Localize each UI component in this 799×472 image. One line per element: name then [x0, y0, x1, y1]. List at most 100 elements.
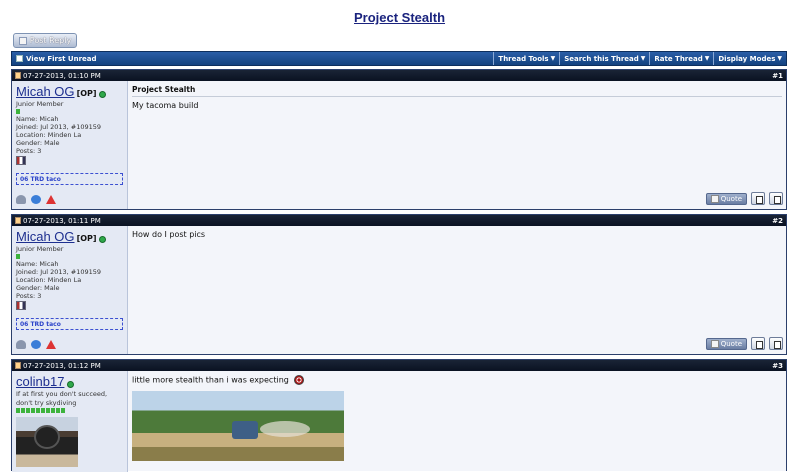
- post-icon: [15, 72, 21, 79]
- op-tag: [OP]: [76, 234, 97, 243]
- caret-down-icon: ▼: [640, 55, 646, 62]
- user-name-field: Name: Micah: [16, 260, 59, 268]
- post-reply-button[interactable]: Post Reply: [13, 33, 77, 48]
- user-location: Location: Minden La: [16, 276, 82, 284]
- username-link[interactable]: Micah OG: [16, 229, 75, 244]
- reputation-bar: [16, 408, 123, 413]
- post-number-link[interactable]: #1: [772, 72, 783, 80]
- profile-icon[interactable]: [16, 195, 26, 204]
- post-date: 07-27-2013, 01:10 PM: [23, 71, 101, 80]
- reputation-icon: [61, 408, 65, 413]
- menu-label: Search this Thread: [564, 54, 639, 63]
- online-status-icon: [66, 380, 74, 388]
- checkbox-icon: [16, 55, 23, 62]
- reputation-icon: [21, 408, 25, 413]
- quote-button[interactable]: Quote: [705, 337, 747, 350]
- thread-title[interactable]: Project Stealth: [0, 10, 799, 28]
- view-first-unread-label: View First Unread: [26, 54, 97, 63]
- reputation-icon: [51, 408, 55, 413]
- avatar[interactable]: [16, 417, 78, 467]
- garage-link[interactable]: 06 TRD taco: [16, 318, 123, 330]
- quote-label: Quote: [720, 194, 742, 203]
- online-status-icon: [98, 90, 106, 98]
- thread-toolbar: View First Unread Thread Tools ▼ Search t…: [11, 51, 787, 66]
- post-icon: [15, 217, 21, 224]
- reputation-icon: [16, 109, 20, 114]
- private-message-icon[interactable]: [31, 340, 41, 349]
- menu-label: Thread Tools: [498, 54, 549, 63]
- reputation-icon: [56, 408, 60, 413]
- user-gender: Gender: Male: [16, 139, 60, 147]
- menu-label: Rate Thread: [654, 54, 703, 63]
- user-info: Micah OG [OP] Junior Member Name: Micah …: [12, 226, 128, 354]
- message-text: How do I post pics: [132, 230, 206, 239]
- user-location: Location: Minden La: [16, 131, 82, 139]
- post-number-link[interactable]: #3: [772, 362, 783, 370]
- quick-reply-button[interactable]: [769, 337, 783, 350]
- thread-tools-menu[interactable]: Thread Tools ▼: [493, 52, 559, 65]
- post-header: 07-27-2013, 01:10 PM #1: [12, 70, 786, 81]
- user-title: Junior Member: [16, 100, 64, 108]
- flag-icon: [16, 301, 26, 310]
- multi-quote-button[interactable]: [751, 192, 765, 205]
- message-text: My tacoma build: [132, 101, 199, 110]
- user-name-field: Name: Micah: [16, 115, 59, 123]
- message-title: Project Stealth: [132, 85, 782, 97]
- reputation-icon: [36, 408, 40, 413]
- post-image[interactable]: [132, 391, 344, 461]
- reply-icon: [18, 36, 27, 45]
- post-icon: [15, 362, 21, 369]
- post-header: 07-27-2013, 01:11 PM #2: [12, 215, 786, 226]
- user-signature-line: If at first you don't succeed,: [16, 390, 108, 398]
- report-icon[interactable]: [46, 195, 56, 204]
- post-2: 07-27-2013, 01:11 PM #2 Micah OG [OP] Ju…: [11, 214, 787, 355]
- online-status-icon: [98, 235, 106, 243]
- reputation-icon: [31, 408, 35, 413]
- user-signature-line: don't try skydiving: [16, 399, 77, 407]
- caret-down-icon: ▼: [550, 55, 556, 62]
- post-body: Micah OG [OP] Junior Member Name: Micah …: [12, 226, 786, 354]
- post-content: How do I post pics Quote: [128, 226, 786, 354]
- post-body: colinb17 If at first you don't succeed, …: [12, 371, 786, 472]
- display-modes-menu[interactable]: Display Modes ▼: [713, 52, 786, 65]
- user-info: Micah OG [OP] Junior Member Name: Micah …: [12, 81, 128, 209]
- user-gender: Gender: Male: [16, 284, 60, 292]
- message-text: little more stealth than i was expecting: [132, 375, 289, 385]
- smilie-icon: [294, 375, 305, 385]
- user-joined: Joined: Jul 2013, #109159: [16, 123, 102, 131]
- post-content: Project Stealth My tacoma build Quote: [128, 81, 786, 209]
- caret-down-icon: ▼: [704, 55, 710, 62]
- rate-thread-menu[interactable]: Rate Thread ▼: [649, 52, 713, 65]
- multi-quote-button[interactable]: [751, 337, 765, 350]
- post-number-link[interactable]: #2: [772, 217, 783, 225]
- quote-icon: [710, 339, 719, 348]
- reputation-icon: [16, 254, 20, 259]
- reputation-icon: [41, 408, 45, 413]
- search-thread-menu[interactable]: Search this Thread ▼: [559, 52, 649, 65]
- profile-icon[interactable]: [16, 340, 26, 349]
- quote-icon: [710, 194, 719, 203]
- reputation-icon: [46, 408, 50, 413]
- user-title: Junior Member: [16, 245, 64, 253]
- username-link[interactable]: Micah OG: [16, 84, 75, 99]
- post-reply-label: Post Reply: [29, 36, 72, 45]
- view-first-unread-link[interactable]: View First Unread: [12, 55, 493, 63]
- username-link[interactable]: colinb17: [16, 374, 64, 389]
- post-date: 07-27-2013, 01:12 PM: [23, 361, 101, 370]
- post-body: Micah OG [OP] Junior Member Name: Micah …: [12, 81, 786, 209]
- quick-reply-button[interactable]: [769, 192, 783, 205]
- post-content: little more stealth than i was expecting: [128, 371, 786, 472]
- post-1: 07-27-2013, 01:10 PM #1 Micah OG [OP] Ju…: [11, 69, 787, 210]
- private-message-icon[interactable]: [31, 195, 41, 204]
- quote-button[interactable]: Quote: [705, 192, 747, 205]
- report-icon[interactable]: [46, 340, 56, 349]
- post-header: 07-27-2013, 01:12 PM #3: [12, 360, 786, 371]
- post-date: 07-27-2013, 01:11 PM: [23, 216, 101, 225]
- user-posts: Posts: 3: [16, 292, 42, 300]
- garage-link[interactable]: 06 TRD taco: [16, 173, 123, 185]
- reputation-icon: [16, 408, 20, 413]
- menu-label: Display Modes: [718, 54, 776, 63]
- caret-down-icon: ▼: [777, 55, 782, 62]
- user-posts: Posts: 3: [16, 147, 42, 155]
- op-tag: [OP]: [76, 89, 97, 98]
